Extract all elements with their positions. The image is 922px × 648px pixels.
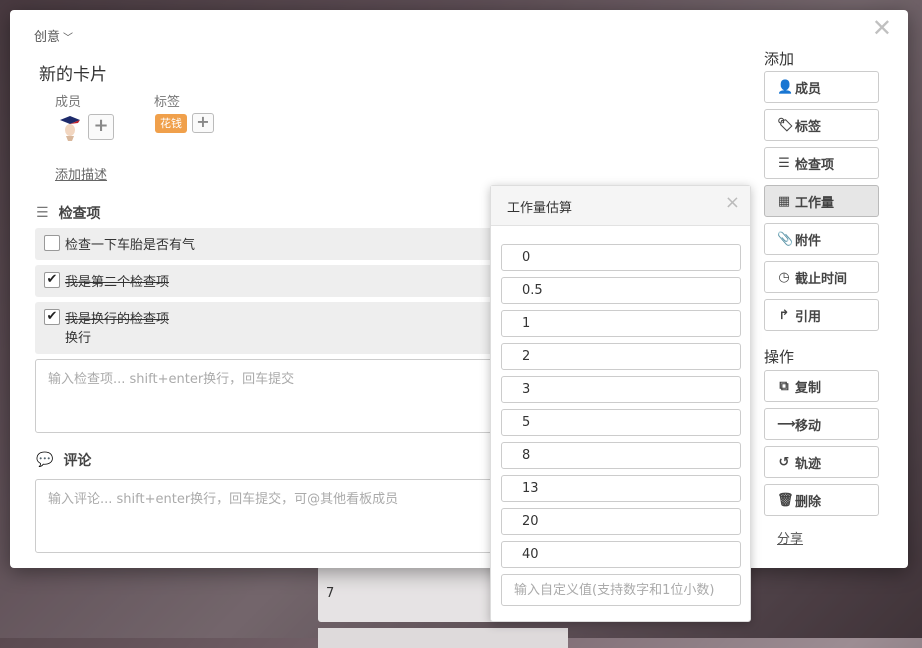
user-plus-icon: 👤	[777, 79, 794, 95]
add-checklist-button[interactable]: ☰ 检查项	[764, 147, 879, 179]
button-label: 标签	[795, 119, 822, 135]
list-icon: ☰	[36, 205, 49, 221]
attachment-button[interactable]: 📎 附件	[764, 223, 879, 255]
add-member-button[interactable]: +	[88, 114, 114, 140]
trash-icon: 🗑	[777, 492, 794, 508]
checklist-input-placeholder: 输入检查项... shift+enter换行，回车提交	[48, 372, 295, 387]
workload-option[interactable]: 20	[501, 508, 741, 535]
members-label: 成员	[55, 95, 82, 110]
popup-header: 工作量估算 ×	[491, 186, 750, 226]
add-tag-button[interactable]: +	[192, 113, 214, 133]
workload-option[interactable]: 40	[501, 541, 741, 568]
avatar[interactable]	[58, 114, 82, 142]
checklist-input[interactable]: 输入检查项... shift+enter换行，回车提交	[35, 359, 505, 433]
checklist-item-text-line2: 换行	[65, 331, 92, 346]
paperclip-icon: 📎	[777, 231, 794, 247]
popup-title: 工作量估算	[507, 201, 573, 216]
add-heading: 添加	[764, 50, 795, 68]
checklist-item-text: 我是换行的检查项	[65, 312, 170, 327]
delete-button[interactable]: 🗑 删除	[764, 484, 879, 516]
close-icon[interactable]: ✕	[872, 16, 892, 40]
arrow-right-icon: ⟶	[777, 416, 796, 432]
tags-label: 标签	[154, 95, 181, 110]
card-detail-modal: ✕ 创意 ﹀ 新的卡片 成员 标签 + 花钱 + 添加描述 ☰ 检查项 检查一下车…	[10, 10, 908, 568]
copy-icon: ⧉	[779, 378, 789, 394]
checklist-title: 检查项	[58, 206, 101, 222]
button-label: 成员	[795, 81, 822, 97]
background-card-2	[318, 628, 568, 648]
button-label: 工作量	[795, 195, 835, 211]
share-link[interactable]: 分享	[777, 528, 803, 547]
comments-heading: 💬 评论	[36, 450, 91, 470]
checklist-item-text: 我是第二个检查项	[65, 275, 170, 290]
button-label: 附件	[795, 233, 822, 249]
operations-heading: 操作	[764, 348, 795, 366]
workload-popup: 工作量估算 × 0 0.5 1 2 3 5 8 13 20 40	[490, 185, 751, 622]
checkbox-checked[interactable]: ✔	[44, 309, 60, 325]
add-member-side-button[interactable]: 👤 成员	[764, 71, 879, 103]
comments-title: 评论	[63, 453, 92, 469]
add-tag-side-button[interactable]: 🏷 标签	[764, 109, 879, 141]
checklist-item-text: 检查一下车胎是否有气	[65, 238, 196, 253]
history-button[interactable]: ↺ 轨迹	[764, 446, 879, 478]
share-arrow-icon: ↱	[778, 307, 790, 323]
button-label: 删除	[795, 494, 822, 510]
button-label: 截止时间	[795, 271, 848, 287]
card-title[interactable]: 新的卡片	[39, 60, 107, 85]
workload-option[interactable]: 8	[501, 442, 741, 469]
close-icon[interactable]: ×	[725, 192, 740, 213]
button-label: 检查项	[795, 157, 835, 173]
workload-option[interactable]: 1	[501, 310, 741, 337]
checklist-item[interactable]: 检查一下车胎是否有气	[35, 228, 505, 260]
workload-option[interactable]: 13	[501, 475, 741, 502]
due-date-button[interactable]: ◷ 截止时间	[764, 261, 879, 293]
move-button[interactable]: ⟶ 移动	[764, 408, 879, 440]
chevron-down-icon: ﹀	[63, 33, 74, 44]
button-label: 轨迹	[795, 456, 822, 472]
checkbox-checked[interactable]: ✔	[44, 272, 60, 288]
checkbox-unchecked[interactable]	[44, 235, 60, 251]
workload-option[interactable]: 0.5	[501, 277, 741, 304]
breadcrumb-label: 创意	[34, 30, 61, 45]
clock-icon: ◷	[778, 269, 790, 285]
comment-input[interactable]: 输入评论... shift+enter换行，回车提交，可@其他看板成员	[35, 479, 505, 553]
button-label: 引用	[795, 309, 822, 325]
tag-icon: 🏷	[777, 117, 794, 133]
add-description-link[interactable]: 添加描述	[55, 164, 107, 183]
workload-option[interactable]: 2	[501, 343, 741, 370]
custom-workload-input[interactable]	[501, 574, 741, 606]
workload-option[interactable]: 3	[501, 376, 741, 403]
comment-input-placeholder: 输入评论... shift+enter换行，回车提交，可@其他看板成员	[48, 492, 399, 507]
comment-icon: 💬	[36, 452, 54, 468]
background-card-text: 7	[326, 586, 335, 601]
checklist-item[interactable]: ✔ 我是换行的检查项 换行	[35, 302, 505, 354]
workload-button[interactable]: ▦ 工作量	[764, 185, 879, 217]
history-icon: ↺	[778, 454, 790, 470]
reference-button[interactable]: ↱ 引用	[764, 299, 879, 331]
checklist-item[interactable]: ✔ 我是第二个检查项	[35, 265, 505, 297]
workload-option[interactable]: 5	[501, 409, 741, 436]
button-label: 移动	[795, 418, 822, 434]
tag-chip[interactable]: 花钱	[155, 114, 187, 133]
button-label: 复制	[795, 380, 822, 396]
grid-icon: ▦	[777, 193, 791, 209]
copy-button[interactable]: ⧉ 复制	[764, 370, 879, 402]
workload-option[interactable]: 0	[501, 244, 741, 271]
list-icon: ☰	[778, 155, 790, 171]
checklist-heading: ☰ 检查项	[36, 203, 101, 223]
list-breadcrumb[interactable]: 创意 ﹀	[34, 26, 73, 45]
